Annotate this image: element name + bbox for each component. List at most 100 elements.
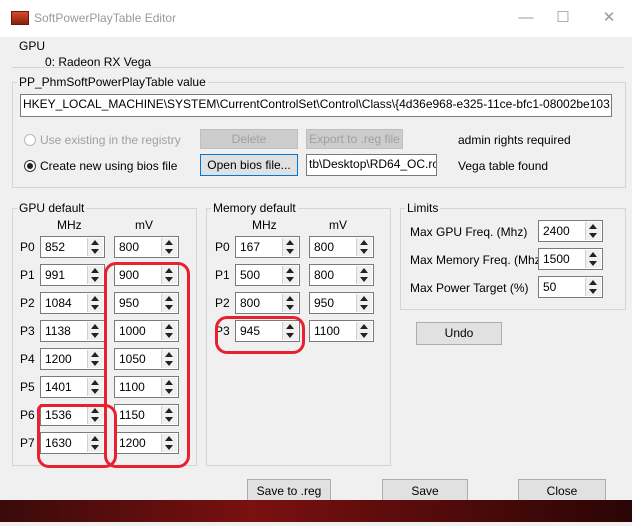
- gpu-mhz-spinner[interactable]: 1084: [40, 292, 105, 314]
- spin-down-icon[interactable]: [589, 261, 597, 266]
- spin-up-icon[interactable]: [91, 324, 99, 329]
- mem-mv-spinner[interactable]: 800: [309, 264, 374, 286]
- spin-up-icon[interactable]: [91, 296, 99, 301]
- registry-path-field[interactable]: HKEY_LOCAL_MACHINE\SYSTEM\CurrentControl…: [20, 94, 612, 117]
- gpu-mhz-spinner[interactable]: 991: [40, 264, 105, 286]
- spin-arrows-icon[interactable]: [356, 238, 372, 256]
- spin-down-icon[interactable]: [286, 277, 294, 282]
- gpu-pstate-label: P7: [20, 436, 35, 450]
- mem-mhz-spinner-value: 800: [240, 296, 261, 310]
- gpu-pstate-label: P0: [20, 240, 35, 254]
- spin-down-icon[interactable]: [360, 249, 368, 254]
- spin-arrows-icon[interactable]: [585, 250, 601, 268]
- gpu-pstate-label: P4: [20, 352, 35, 366]
- spin-arrows-icon[interactable]: [87, 238, 103, 256]
- spin-up-icon[interactable]: [165, 240, 173, 245]
- mem-mhz-spinner[interactable]: 500: [235, 264, 300, 286]
- mem-mv-spinner[interactable]: 1100: [309, 320, 374, 342]
- spin-up-icon[interactable]: [91, 240, 99, 245]
- spin-down-icon[interactable]: [286, 305, 294, 310]
- spin-arrows-icon[interactable]: [87, 322, 103, 340]
- gpu-mv-spinner[interactable]: 800: [114, 236, 179, 258]
- max-mem-freq-label: Max Memory Freq. (Mhz): [410, 253, 545, 267]
- gpu-mv-header: mV: [135, 218, 153, 232]
- spin-arrows-icon[interactable]: [585, 278, 601, 296]
- max-mem-freq-value: 1500: [543, 252, 570, 266]
- spin-down-icon[interactable]: [91, 361, 99, 366]
- open-bios-button[interactable]: Open bios file...: [200, 154, 298, 176]
- delete-button[interactable]: Delete: [200, 129, 298, 149]
- spin-up-icon[interactable]: [91, 268, 99, 273]
- spin-down-icon[interactable]: [91, 277, 99, 282]
- spin-down-icon[interactable]: [286, 249, 294, 254]
- mem-mv-spinner[interactable]: 950: [309, 292, 374, 314]
- limits-label: Limits: [405, 201, 441, 215]
- spin-down-icon[interactable]: [91, 333, 99, 338]
- gpu-mhz-spinner[interactable]: 852: [40, 236, 105, 258]
- spin-arrows-icon[interactable]: [282, 294, 298, 312]
- max-gpu-freq-spinner[interactable]: 2400: [538, 220, 603, 242]
- spin-up-icon[interactable]: [589, 252, 597, 257]
- spin-up-icon[interactable]: [589, 224, 597, 229]
- spin-down-icon[interactable]: [165, 249, 173, 254]
- spin-arrows-icon[interactable]: [356, 294, 372, 312]
- spin-up-icon[interactable]: [286, 268, 294, 273]
- gpu-mhz-spinner[interactable]: 1401: [40, 376, 105, 398]
- memory-default-label: Memory default: [211, 201, 298, 215]
- spin-arrows-icon[interactable]: [87, 378, 103, 396]
- max-power-target-label: Max Power Target (%): [410, 281, 529, 295]
- spin-arrows-icon[interactable]: [161, 238, 177, 256]
- spin-up-icon[interactable]: [91, 380, 99, 385]
- spin-arrows-icon[interactable]: [356, 322, 372, 340]
- spin-up-icon[interactable]: [286, 296, 294, 301]
- use-existing-radio[interactable]: [24, 134, 36, 146]
- spin-down-icon[interactable]: [589, 289, 597, 294]
- annotation-mem-p3-circle: [215, 316, 305, 354]
- spin-down-icon[interactable]: [360, 277, 368, 282]
- gpu-mhz-spinner[interactable]: 1138: [40, 320, 105, 342]
- export-reg-button[interactable]: Export to .reg file: [306, 129, 403, 149]
- create-new-radio[interactable]: [24, 160, 36, 172]
- spin-down-icon[interactable]: [91, 305, 99, 310]
- mem-pstate-label: P2: [215, 296, 230, 310]
- spin-up-icon[interactable]: [589, 280, 597, 285]
- max-power-target-spinner[interactable]: 50: [538, 276, 603, 298]
- mem-mhz-spinner[interactable]: 800: [235, 292, 300, 314]
- max-gpu-freq-label: Max GPU Freq. (Mhz): [410, 225, 528, 239]
- spin-down-icon[interactable]: [91, 249, 99, 254]
- spin-down-icon[interactable]: [589, 233, 597, 238]
- spin-arrows-icon[interactable]: [356, 266, 372, 284]
- gpu-mhz-spinner[interactable]: 1200: [40, 348, 105, 370]
- mem-pstate-label: P0: [215, 240, 230, 254]
- desktop-background-strip: [0, 500, 632, 522]
- gpu-mhz-spinner-value: 852: [45, 240, 66, 254]
- undo-button[interactable]: Undo: [416, 322, 502, 345]
- spin-down-icon[interactable]: [360, 305, 368, 310]
- spin-arrows-icon[interactable]: [87, 294, 103, 312]
- gpu-name: 0: Radeon RX Vega: [45, 55, 152, 69]
- max-mem-freq-spinner[interactable]: 1500: [538, 248, 603, 270]
- mem-mv-spinner-value: 950: [314, 296, 335, 310]
- spin-arrows-icon[interactable]: [87, 350, 103, 368]
- bios-path-field[interactable]: tb\Desktop\RD64_OC.rom: [306, 154, 437, 176]
- spin-down-icon[interactable]: [91, 389, 99, 394]
- mem-mv-spinner[interactable]: 800: [309, 236, 374, 258]
- mem-mhz-spinner[interactable]: 167: [235, 236, 300, 258]
- spin-down-icon[interactable]: [360, 333, 368, 338]
- close-window-button[interactable]: ✕: [595, 6, 623, 30]
- spin-up-icon[interactable]: [91, 352, 99, 357]
- spin-arrows-icon[interactable]: [282, 238, 298, 256]
- max-gpu-freq-value: 2400: [543, 224, 570, 238]
- spin-arrows-icon[interactable]: [585, 222, 601, 240]
- spin-arrows-icon[interactable]: [87, 266, 103, 284]
- spin-up-icon[interactable]: [360, 296, 368, 301]
- spin-arrows-icon[interactable]: [282, 266, 298, 284]
- gpu-mhz-spinner-value: 1401: [45, 380, 72, 394]
- maximize-button[interactable]: ☐: [549, 6, 577, 30]
- spin-up-icon[interactable]: [360, 268, 368, 273]
- minimize-button[interactable]: —: [512, 6, 540, 30]
- spin-up-icon[interactable]: [360, 324, 368, 329]
- gpu-mhz-spinner-value: 991: [45, 268, 66, 282]
- spin-up-icon[interactable]: [360, 240, 368, 245]
- spin-up-icon[interactable]: [286, 240, 294, 245]
